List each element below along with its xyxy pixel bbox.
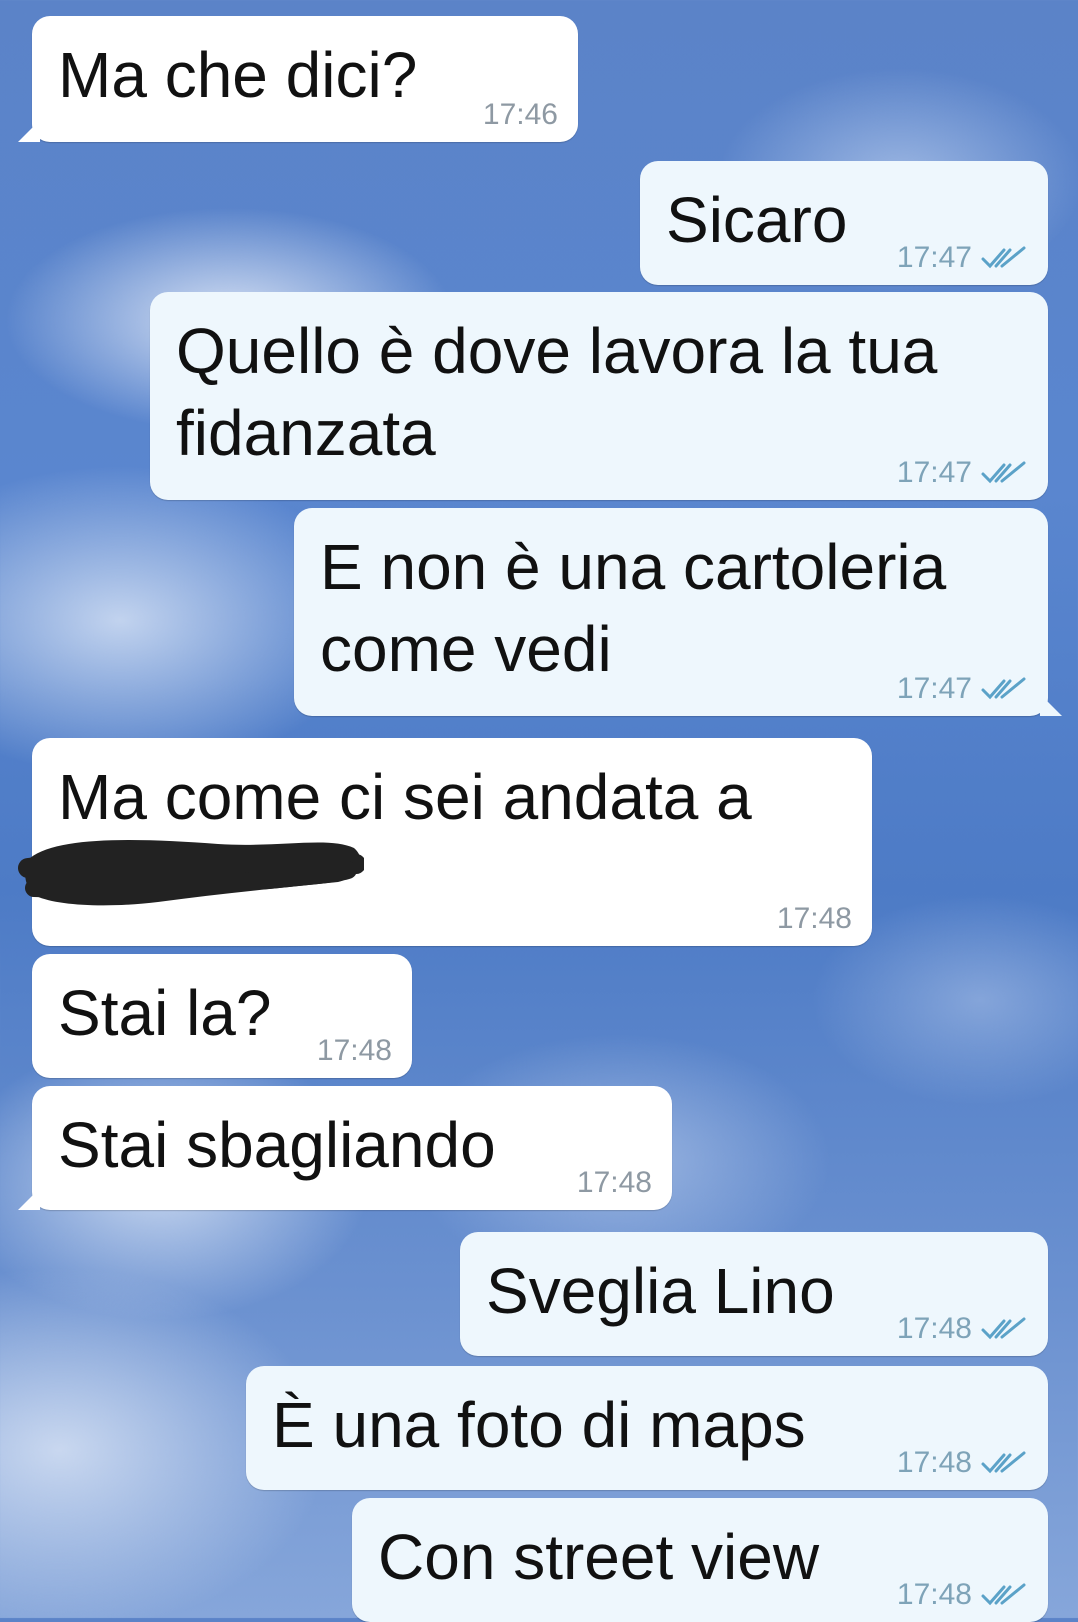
message-bubble-outgoing[interactable]: Sicaro 17:47 xyxy=(640,161,1048,285)
message-text: Ma che dici? xyxy=(58,39,418,111)
message-meta: 17:48 xyxy=(897,1578,1028,1612)
redaction-scribble xyxy=(18,839,364,906)
double-check-icon xyxy=(981,461,1026,484)
message-bubble-incoming[interactable]: Stai la? 17:48 xyxy=(32,954,412,1078)
message-time: 17:48 xyxy=(316,1034,392,1067)
message-meta: 17:48 xyxy=(897,1312,1028,1346)
message-text: E non è una cartoleria come vedi xyxy=(320,531,947,685)
message-bubble-outgoing[interactable]: E non è una cartoleria come vedi 17:47 xyxy=(294,508,1062,716)
double-check-icon xyxy=(981,246,1026,269)
message-bubble-outgoing[interactable]: Con street view 17:48 xyxy=(352,1498,1048,1622)
message-time: 17:48 xyxy=(896,1312,972,1345)
message-time: 17:47 xyxy=(896,456,972,489)
message-text: Stai sbagliando xyxy=(58,1109,496,1181)
message-bubble-incoming[interactable]: Ma che dici? 17:46 xyxy=(18,16,578,142)
message-bubble-incoming[interactable]: Stai sbagliando 17:48 xyxy=(18,1086,672,1210)
message-time: 17:47 xyxy=(896,672,972,705)
message-bubble-outgoing[interactable]: Quello è dove lavora la tua fidanzata 17… xyxy=(150,292,1048,500)
message-bubble-outgoing[interactable]: È una foto di maps 17:48 xyxy=(246,1366,1048,1490)
message-time: 17:48 xyxy=(776,902,852,935)
message-time: 17:46 xyxy=(482,98,558,131)
double-check-icon xyxy=(981,1583,1026,1606)
message-meta: 17:48 xyxy=(777,902,852,936)
message-text: Quello è dove lavora la tua fidanzata xyxy=(176,315,938,469)
double-check-icon xyxy=(981,1317,1026,1340)
message-meta: 17:48 xyxy=(317,1034,392,1068)
message-time: 17:47 xyxy=(896,241,972,274)
message-time: 17:48 xyxy=(576,1166,652,1199)
message-bubble-outgoing[interactable]: Sveglia Lino 17:48 xyxy=(460,1232,1048,1356)
message-meta: 17:47 xyxy=(897,241,1028,275)
message-meta: 17:47 xyxy=(897,456,1028,490)
message-time: 17:48 xyxy=(896,1578,972,1611)
message-meta: 17:46 xyxy=(483,98,558,132)
double-check-icon xyxy=(981,1451,1026,1474)
double-check-icon xyxy=(981,677,1026,700)
message-meta: 17:48 xyxy=(577,1166,652,1200)
message-meta: 17:47 xyxy=(897,672,1028,706)
message-time: 17:48 xyxy=(896,1446,972,1479)
message-meta: 17:48 xyxy=(897,1446,1028,1480)
